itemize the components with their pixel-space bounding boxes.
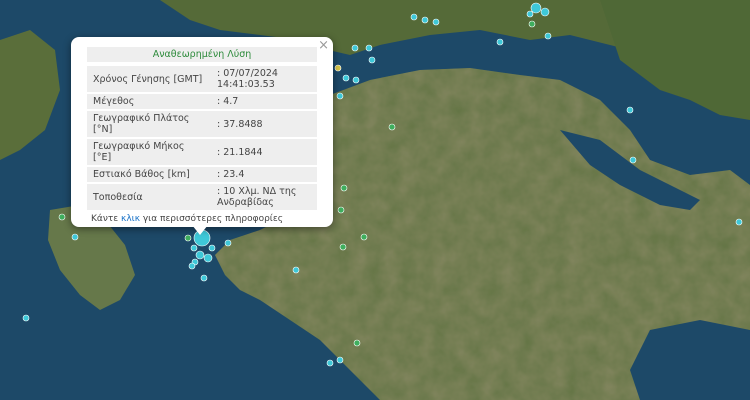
earthquake-marker[interactable]: [528, 20, 536, 28]
earthquake-marker[interactable]: [334, 64, 342, 72]
earthquake-marker[interactable]: [342, 74, 350, 82]
info-value: : 4.7: [211, 94, 317, 109]
earthquake-marker[interactable]: [224, 239, 232, 247]
earthquake-marker[interactable]: [626, 106, 634, 114]
earthquake-marker[interactable]: [360, 233, 368, 241]
earthquake-marker[interactable]: [353, 339, 361, 347]
earthquake-marker[interactable]: [58, 213, 66, 221]
earthquake-marker[interactable]: [336, 356, 344, 364]
earthquake-marker[interactable]: [351, 44, 359, 52]
earthquake-marker[interactable]: [526, 10, 534, 18]
earthquake-marker[interactable]: [337, 206, 345, 214]
earthquake-marker[interactable]: [735, 218, 743, 226]
earthquake-marker[interactable]: [326, 359, 334, 367]
earthquake-marker[interactable]: [184, 234, 192, 242]
earthquake-marker[interactable]: [200, 274, 208, 282]
info-label: Χρόνος Γένησης [GMT]: [87, 66, 211, 92]
earthquake-marker[interactable]: [339, 243, 347, 251]
footer-text-post: για περισσότερες πληροφορίες: [140, 214, 284, 224]
earthquake-marker[interactable]: [540, 7, 550, 17]
info-row: Τοποθεσία: 10 Χλμ. ΝΔ της Ανδραβίδας: [87, 184, 317, 210]
earthquake-marker[interactable]: [190, 244, 198, 252]
info-row: Γεωγραφικό Μήκος [°E]: 21.1844: [87, 139, 317, 165]
info-value: : 23.4: [211, 167, 317, 182]
earthquake-marker[interactable]: [352, 76, 360, 84]
info-label: Τοποθεσία: [87, 184, 211, 210]
info-row: Εστιακό Βάθος [km]: 23.4: [87, 167, 317, 182]
info-row: Μέγεθος: 4.7: [87, 94, 317, 109]
earthquake-marker[interactable]: [544, 32, 552, 40]
earthquake-marker[interactable]: [496, 38, 504, 46]
earthquake-marker[interactable]: [22, 314, 30, 322]
earthquake-marker[interactable]: [432, 18, 440, 26]
earthquake-marker[interactable]: [188, 262, 196, 270]
earthquake-marker[interactable]: [340, 184, 348, 192]
info-value: : 10 Χλμ. ΝΔ της Ανδραβίδας: [211, 184, 317, 210]
earthquake-marker[interactable]: [421, 16, 429, 24]
earthquake-marker[interactable]: [71, 233, 79, 241]
popup-pointer: [192, 225, 208, 235]
earthquake-marker[interactable]: [365, 44, 373, 52]
earthquake-marker[interactable]: [336, 92, 344, 100]
more-info-link[interactable]: κλικ: [121, 214, 140, 224]
close-icon[interactable]: ×: [318, 38, 329, 53]
earthquake-marker[interactable]: [368, 56, 376, 64]
earthquake-marker[interactable]: [629, 156, 637, 164]
info-label: Γεωγραφικό Μήκος [°E]: [87, 139, 211, 165]
info-label: Μέγεθος: [87, 94, 211, 109]
earthquake-marker[interactable]: [530, 2, 542, 14]
popup-footer: Κάντε κλικ για περισσότερες πληροφορίες: [87, 212, 317, 226]
info-value: : 21.1844: [211, 139, 317, 165]
earthquake-marker[interactable]: [203, 253, 213, 263]
earthquake-marker[interactable]: [208, 244, 216, 252]
footer-text-pre: Κάντε: [91, 214, 122, 224]
earthquake-marker[interactable]: [292, 266, 300, 274]
info-table: Χρόνος Γένησης [GMT]: 07/07/2024 14:41:0…: [87, 64, 317, 212]
info-row: Γεωγραφικό Πλάτος [°N]: 37.8488: [87, 111, 317, 137]
earthquake-marker[interactable]: [410, 13, 418, 21]
earthquake-marker[interactable]: [388, 123, 396, 131]
info-value: : 37.8488: [211, 111, 317, 137]
popup-title: Αναθεωρημένη Λύση: [87, 47, 317, 62]
earthquake-info-popup: × Αναθεωρημένη Λύση Χρόνος Γένησης [GMT]…: [71, 37, 333, 227]
earthquake-marker[interactable]: [195, 250, 205, 260]
info-row: Χρόνος Γένησης [GMT]: 07/07/2024 14:41:0…: [87, 66, 317, 92]
info-value: : 07/07/2024 14:41:03.53: [211, 66, 317, 92]
info-label: Εστιακό Βάθος [km]: [87, 167, 211, 182]
info-label: Γεωγραφικό Πλάτος [°N]: [87, 111, 211, 137]
